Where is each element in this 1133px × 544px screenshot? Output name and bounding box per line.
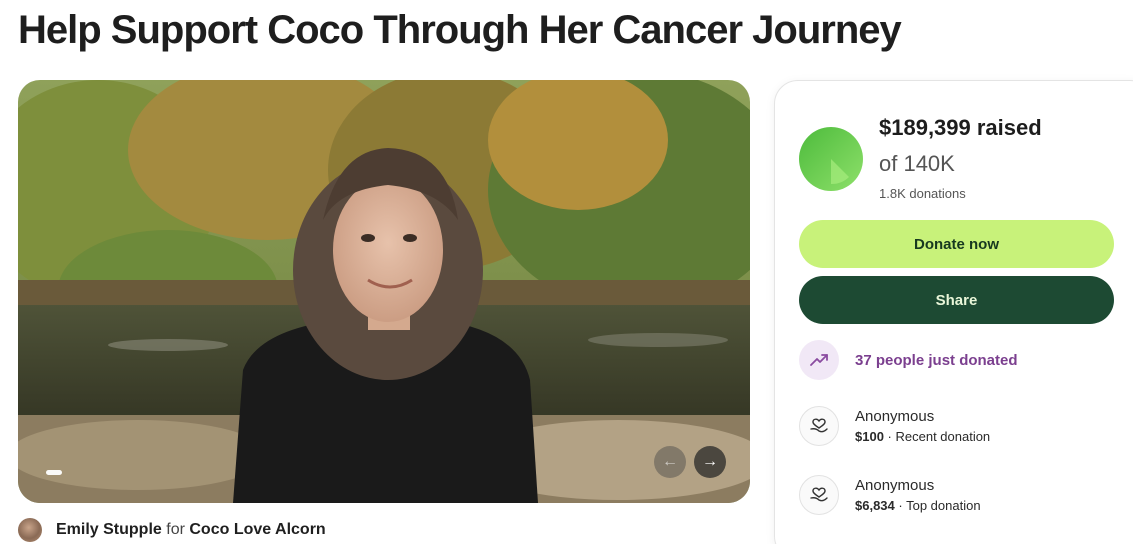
gallery-dot-active[interactable] xyxy=(46,470,62,475)
amount-raised: $189,399 raised xyxy=(879,115,1042,140)
recent-donor-count: 37 people just donated xyxy=(855,351,1018,369)
page-title: Help Support Coco Through Her Cancer Jou… xyxy=(18,8,902,52)
donation-item: Anonymous $6,834 · Top donation xyxy=(799,475,981,515)
heart-hand-icon xyxy=(799,406,839,446)
donation-item: Anonymous $100 · Recent donation xyxy=(799,406,990,446)
campaign-photo xyxy=(18,80,750,503)
share-button[interactable]: Share xyxy=(799,276,1114,324)
campaign-photo-gallery[interactable]: ← → xyxy=(18,80,750,503)
donate-now-button[interactable]: Donate now xyxy=(799,220,1114,268)
trending-up-icon xyxy=(799,340,839,380)
progress-ring xyxy=(799,127,863,191)
donation-amount: $6,834 xyxy=(855,498,895,513)
organizer-info: Emily Stupple for Coco Love Alcorn xyxy=(18,518,326,542)
donor-name: Anonymous xyxy=(855,477,935,494)
goal-amount: of 140K xyxy=(879,151,955,176)
recent-activity[interactable]: 37 people just donated xyxy=(799,340,1018,380)
donation-type: Recent donation xyxy=(895,429,991,444)
donation-type: Top donation xyxy=(906,498,981,513)
gallery-indicator[interactable] xyxy=(46,470,62,475)
donor-name: Anonymous xyxy=(855,408,935,425)
arrow-left-icon: ← xyxy=(662,453,678,470)
arrow-right-icon: → xyxy=(702,453,718,470)
organizer-name[interactable]: Emily Stupple xyxy=(56,521,162,538)
donation-count: 1.8K donations xyxy=(879,186,966,201)
donation-amount: $100 xyxy=(855,429,884,444)
donation-sidebar: $189,399 raised of 140K 1.8K donations D… xyxy=(774,80,1133,544)
organizer-connector: for xyxy=(166,521,185,538)
gallery-prev-button[interactable]: ← xyxy=(654,446,686,478)
organizer-avatar[interactable] xyxy=(18,518,42,542)
gallery-next-button[interactable]: → xyxy=(694,446,726,478)
beneficiary-name[interactable]: Coco Love Alcorn xyxy=(189,521,325,538)
heart-hand-icon xyxy=(799,475,839,515)
